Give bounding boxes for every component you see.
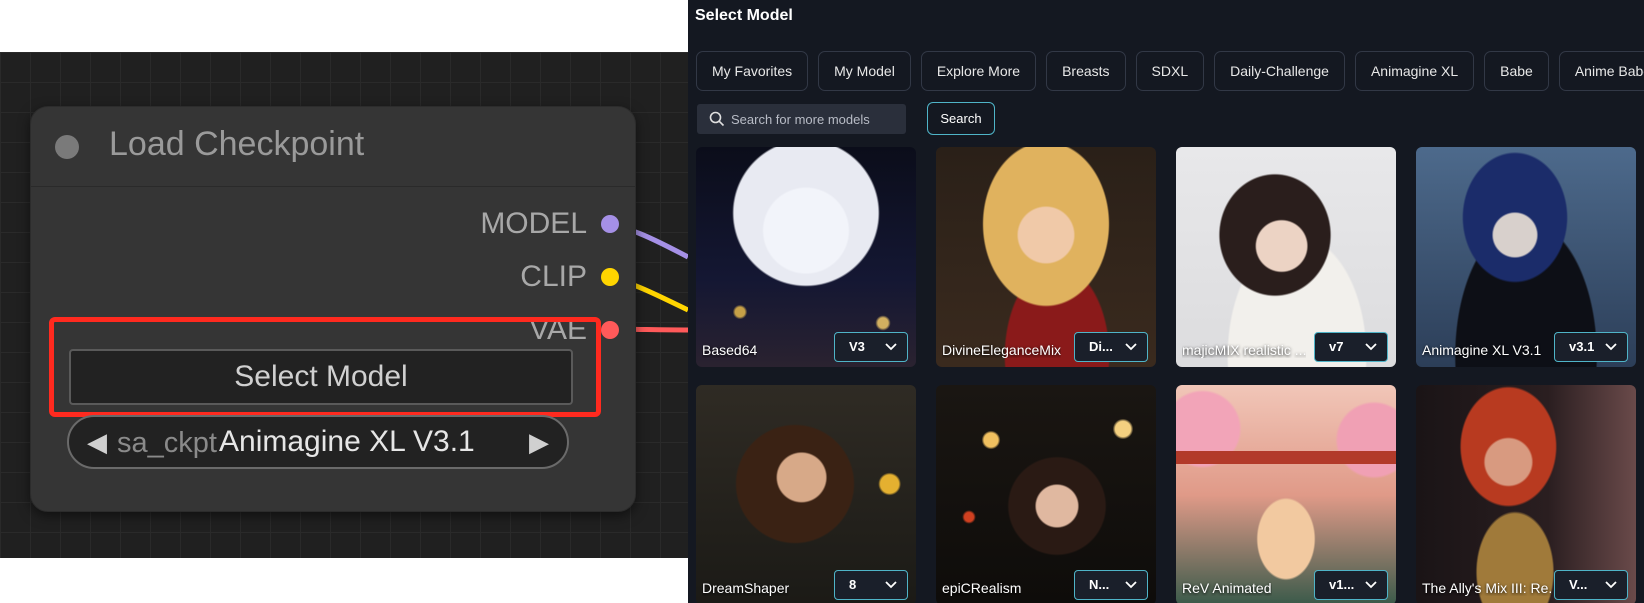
version-value: v7 [1329, 339, 1344, 354]
version-select[interactable]: N... [1074, 570, 1148, 600]
model-card[interactable]: The Ally's Mix III: Re... V... [1416, 385, 1636, 603]
model-card[interactable]: DivineEleganceMix Di... [936, 147, 1156, 367]
version-value: v3.1 [1569, 339, 1595, 354]
tab-babe[interactable]: Babe [1484, 51, 1549, 91]
tab-daily-challenge[interactable]: Daily-Challenge [1214, 51, 1345, 91]
model-card[interactable]: epiCRealism N... [936, 385, 1156, 603]
version-value: N... [1089, 577, 1110, 592]
version-select[interactable]: V... [1554, 570, 1628, 600]
panel-title: Select Model [695, 7, 793, 24]
model-name: ReV Animated [1182, 580, 1272, 596]
search-input[interactable] [731, 104, 901, 134]
version-select[interactable]: v7 [1314, 332, 1388, 362]
model-name: epiCRealism [942, 580, 1022, 596]
tab-explore-more[interactable]: Explore More [920, 51, 1037, 91]
model-name: Animagine XL V3.1 [1422, 342, 1542, 358]
checkpoint-combo[interactable]: ◀ sa_ckpt Animagine XL V3.1 ▶ [67, 415, 569, 469]
version-select[interactable]: V3 [834, 332, 908, 362]
version-value: V3 [849, 339, 865, 354]
node-title: Load Checkpoint [109, 125, 365, 163]
load-checkpoint-node[interactable]: Load Checkpoint MODEL CLIP VAE Select Mo… [30, 106, 636, 512]
version-value: V... [1569, 577, 1588, 592]
search-box[interactable] [697, 104, 906, 134]
tab-sdxl[interactable]: SDXL [1135, 51, 1205, 91]
output-slot-clip[interactable] [601, 268, 619, 286]
output-label-clip: CLIP [520, 260, 587, 293]
version-value: 8 [849, 577, 857, 592]
select-model-panel: Select Model My Favorites My Model Explo… [688, 0, 1644, 603]
model-card[interactable]: majicMIX realistic ... v7 [1176, 147, 1396, 367]
tab-animagine-xl[interactable]: Animagine XL [1354, 51, 1475, 91]
model-card[interactable]: Based64 V3 [696, 147, 916, 367]
chevron-down-icon [1365, 343, 1377, 351]
output-slot-model[interactable] [601, 215, 619, 233]
chevron-down-icon [1605, 581, 1617, 589]
model-card[interactable]: ReV Animated v1... [1176, 385, 1396, 603]
tab-breasts[interactable]: Breasts [1046, 51, 1126, 91]
output-label-vae: VAE [529, 313, 587, 346]
output-label-model: MODEL [480, 207, 587, 240]
search-button[interactable]: Search [927, 102, 995, 135]
combo-prev-arrow-icon[interactable]: ◀ [87, 427, 107, 458]
output-slot-vae[interactable] [601, 321, 619, 339]
tab-my-favorites[interactable]: My Favorites [696, 51, 809, 91]
combo-value: Animagine XL V3.1 [219, 425, 475, 458]
chevron-down-icon [885, 581, 897, 589]
combo-next-arrow-icon[interactable]: ▶ [529, 427, 549, 458]
model-name: The Ally's Mix III: Re... [1422, 580, 1552, 596]
version-select[interactable]: v3.1 [1554, 332, 1628, 362]
select-model-button[interactable]: Select Model [69, 349, 573, 405]
category-tabs: My Favorites My Model Explore More Breas… [696, 51, 1644, 91]
node-header[interactable]: Load Checkpoint [31, 107, 635, 187]
version-select[interactable]: Di... [1074, 332, 1148, 362]
node-canvas[interactable]: Load Checkpoint MODEL CLIP VAE Select Mo… [0, 52, 688, 558]
model-name: Based64 [702, 342, 758, 358]
chevron-down-icon [885, 343, 897, 351]
version-value: Di... [1089, 339, 1113, 354]
combo-widget-name: sa_ckpt [117, 427, 217, 459]
search-icon [709, 111, 725, 127]
chevron-down-icon [1125, 343, 1137, 351]
node-collapse-dot[interactable] [55, 135, 79, 159]
version-value: v1... [1329, 577, 1355, 592]
model-name: majicMIX realistic ... [1182, 342, 1307, 358]
chevron-down-icon [1605, 343, 1617, 351]
version-select[interactable]: 8 [834, 570, 908, 600]
model-name: DreamShaper [702, 580, 790, 596]
model-name: DivineEleganceMix [942, 342, 1062, 358]
model-card[interactable]: DreamShaper 8 [696, 385, 916, 603]
chevron-down-icon [1125, 581, 1137, 589]
version-select[interactable]: v1... [1314, 570, 1388, 600]
tab-anime-babe[interactable]: Anime Babe [1558, 51, 1644, 91]
model-card[interactable]: Animagine XL V3.1 v3.1 [1416, 147, 1636, 367]
chevron-down-icon [1365, 581, 1377, 589]
tab-my-model[interactable]: My Model [818, 51, 911, 91]
